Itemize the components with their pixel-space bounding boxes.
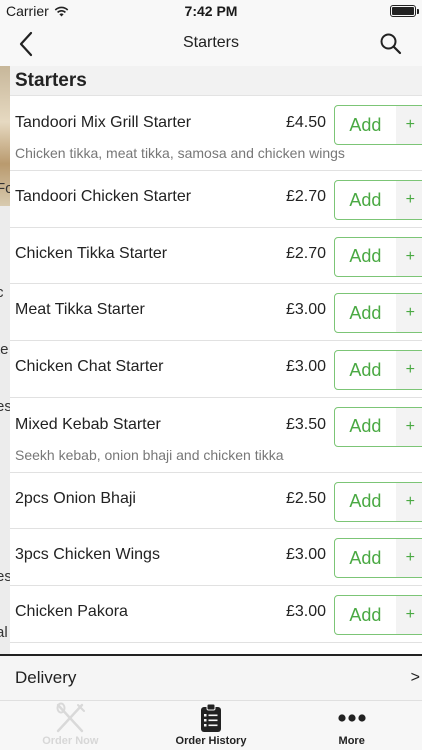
delivery-bar[interactable]: Delivery > [0,654,422,700]
item-description: Chicken tikka, meat tikka, samosa and ch… [15,145,345,161]
add-label: Add [349,547,382,568]
add-button[interactable]: Add + [334,105,422,145]
menu-item-row[interactable]: Chicken Pakora £3.00 Add + [10,586,422,643]
menu-item-row[interactable]: 2pcs Onion Bhaji £2.50 Add + [10,472,422,530]
plus-icon[interactable]: + [395,106,422,144]
item-description: Seekh kebab, onion bhaji and chicken tik… [15,446,284,463]
menu-list: Starters Tandoori Mix Grill Starter £4.5… [10,66,422,654]
item-name: Meat Tikka Starter [15,301,145,319]
menu-item-row[interactable]: Tandoori Chicken Starter £2.70 Add + [10,171,422,228]
add-label: Add [349,302,382,323]
menu-item-row[interactable]: Mixed Kebab Starter £3.50 Seekh kebab, o… [10,397,422,473]
peek-text: al [0,624,8,641]
chevron-right-icon: > [410,669,420,686]
add-label: Add [349,416,382,437]
add-label: Add [349,114,382,135]
item-name: Tandoori Chicken Starter [15,188,192,205]
item-name: 3pcs Chicken Wings [15,546,160,564]
add-label: Add [349,246,382,267]
status-time: 7:42 PM [184,3,238,19]
item-price: £3.00 [285,546,326,564]
peek-text: es [0,568,10,585]
add-label: Add [349,604,382,625]
menu-item-row[interactable]: Meat Tikka Starter £3.00 Add + [10,284,422,342]
item-price: £4.50 [285,114,326,131]
fork-knife-icon [56,702,86,733]
plus-icon[interactable]: + [395,181,422,219]
clipboard-icon [201,703,221,732]
tab-label: Order History [175,735,247,747]
add-button[interactable]: Add + [334,538,422,579]
plus-icon[interactable]: + [395,482,422,521]
item-price: £2.50 [285,489,326,507]
section-title: Starters [15,69,87,91]
plus-icon[interactable]: + [395,237,422,276]
background-page-peek: Fo c te es es al [0,66,10,700]
tab-order-history[interactable]: Order History [141,701,282,750]
search-button[interactable] [378,31,404,57]
search-icon [380,33,402,55]
tab-label: More [338,735,365,747]
add-label: Add [349,359,382,380]
tab-more[interactable]: More [281,701,422,750]
peek-text: es [0,398,10,415]
item-name: Tandoori Mix Grill Starter [15,114,192,131]
menu-item-row[interactable]: Tandoori Mix Grill Starter £4.50 Chicken… [10,96,422,171]
menu-item-row[interactable]: Chicken Chat Starter £3.00 Add + [10,341,422,398]
item-name: Chicken Pakora [15,603,128,621]
item-price: £3.00 [285,603,326,621]
plus-icon[interactable]: + [395,294,422,333]
plus-icon[interactable]: + [395,407,422,446]
tab-order-now[interactable]: Order Now [0,701,141,750]
nav-bar: Starters [0,22,422,66]
item-price: £3.50 [285,415,326,433]
item-price: £3.00 [285,301,326,319]
status-bar: Carrier 7:42 PM [0,0,422,22]
more-dots-icon [338,714,366,722]
section-header: Starters [10,66,422,96]
tab-bar: Order Now Order History More [0,700,422,750]
battery-level [392,7,414,15]
add-button[interactable]: Add + [334,293,422,334]
battery-icon [390,5,419,17]
peek-text: te [0,341,9,358]
item-name: Mixed Kebab Starter [15,415,161,433]
plus-icon[interactable]: + [395,351,422,390]
add-button[interactable]: Add + [334,595,422,636]
add-button[interactable]: Add + [334,180,422,220]
plus-icon[interactable]: + [395,539,422,578]
add-label: Add [349,189,382,210]
item-name: Chicken Chat Starter [15,358,164,376]
item-price: £3.00 [285,358,326,376]
peek-text: c [0,284,4,301]
nav-title: Starters [182,34,239,51]
item-name: Chicken Tikka Starter [15,244,168,262]
peek-text: Fo [0,180,10,197]
delivery-label: Delivery [15,668,77,687]
menu-item-row[interactable]: Chicken Tikka Starter £2.70 Add + [10,227,422,285]
plus-icon[interactable]: + [395,596,422,635]
add-label: Add [349,491,382,512]
add-button[interactable]: Add + [334,406,422,447]
tab-label: Order Now [42,735,99,747]
add-button[interactable]: Add + [334,350,422,391]
menu-item-row[interactable]: 3pcs Chicken Wings £3.00 Add + [10,529,422,587]
add-button[interactable]: Add + [334,481,422,522]
item-name: 2pcs Onion Bhaji [15,489,136,507]
add-button[interactable]: Add + [334,236,422,277]
item-price: £2.70 [285,188,326,205]
item-price: £2.70 [285,244,326,262]
